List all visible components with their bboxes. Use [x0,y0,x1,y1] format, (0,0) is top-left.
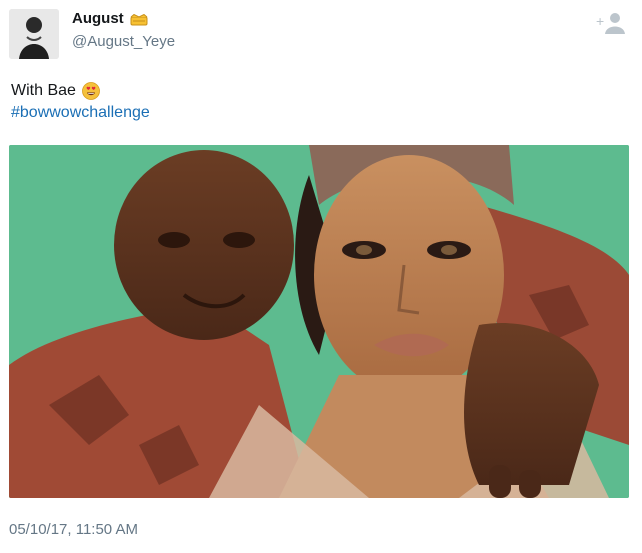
tweet-card: August @August_Yeye + With Bae #bowwowch… [0,0,642,553]
avatar[interactable] [9,9,59,59]
author-display-name[interactable]: August [72,10,124,27]
author-handle[interactable]: @August_Yeye [72,33,175,50]
tweet-media-image[interactable] [9,145,629,498]
follow-button[interactable]: + [596,12,628,36]
heart-eyes-emoji-icon [82,82,100,100]
tweet-text-line: With Bae [11,80,150,102]
add-user-icon: + [596,13,625,34]
svg-text:+: + [596,13,604,29]
author-name-row: August [72,10,148,27]
avatar-image [9,9,59,59]
tweet-text: With Bae #bowwowchallenge [11,80,150,124]
tweet-timestamp[interactable]: 05/10/17, 11:50 AM [9,521,138,538]
photo-illustration [9,145,629,498]
crown-emoji-icon [130,13,148,25]
hashtag-link[interactable]: #bowwowchallenge [11,102,150,124]
tweet-hashtag-line: #bowwowchallenge [11,102,150,124]
tweet-text-body: With Bae [11,82,76,99]
